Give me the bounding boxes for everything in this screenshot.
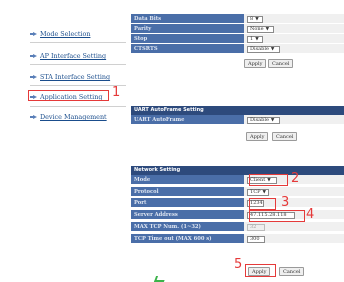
- highlight-box: [249, 174, 288, 186]
- tcp-timeout-input[interactable]: 300: [247, 235, 265, 243]
- highlight-box: [249, 210, 305, 222]
- chevron-down-icon: ▼: [270, 46, 275, 52]
- max-tcp-num-input[interactable]: 32: [247, 223, 265, 231]
- field-value-cell: Disable ▼: [244, 44, 344, 54]
- ctsrts-select[interactable]: Disable ▼: [247, 45, 280, 53]
- select-value: TCP: [250, 188, 261, 195]
- stop-bits-select[interactable]: 1 ▼: [247, 35, 263, 43]
- field-value-cell: 8 ▼: [244, 14, 344, 24]
- sidebar-item-label: AP Interface Setting: [40, 52, 107, 60]
- highlight-box: [249, 198, 276, 210]
- annotation-number: 3: [281, 195, 290, 210]
- field-value-cell: 32: [244, 222, 344, 232]
- field-value-cell: 1 ▼: [244, 34, 344, 44]
- section-header: UART AutoFrame Setting: [131, 106, 344, 115]
- section-header: Network Setting: [131, 166, 344, 175]
- field-label: Mode: [131, 175, 244, 185]
- table-row: Data Bits 8 ▼: [131, 14, 344, 24]
- field-label: Data Bits: [131, 14, 244, 24]
- chevron-down-icon: ▼: [265, 26, 270, 32]
- select-value: Disable: [250, 116, 269, 123]
- chevron-down-icon: ▼: [262, 189, 266, 195]
- field-value-cell: Disable ▼: [244, 115, 344, 125]
- uart-autoframe-select[interactable]: Disable ▼: [247, 116, 280, 124]
- highlight-box: [28, 90, 109, 101]
- serial-cancel-button[interactable]: Cancel: [268, 59, 294, 68]
- annotation-number: 1: [112, 85, 121, 100]
- field-label: CTSRTS: [131, 44, 244, 54]
- table-row: UART AutoFrame Disable ▼: [131, 115, 344, 125]
- table-row: Mode Client ▼: [131, 175, 344, 185]
- sidebar-item-sta-interface[interactable]: STA Interface Setting: [30, 73, 110, 81]
- chevron-down-icon: ▼: [255, 36, 259, 42]
- chevron-down-icon: ▼: [270, 117, 275, 123]
- field-label: MAX TCP Num. (1~32): [131, 222, 244, 232]
- field-label: Port: [131, 198, 244, 208]
- select-value: None: [250, 25, 264, 32]
- uart-apply-button[interactable]: Apply: [246, 132, 269, 141]
- sidebar-divider: [30, 42, 126, 43]
- input-value: 300: [250, 235, 260, 242]
- uart-cancel-button[interactable]: Cancel: [272, 132, 298, 141]
- sidebar-item-label: Mode Selection: [40, 30, 91, 38]
- annotation-number: 5: [234, 257, 243, 272]
- sidebar-item-label: STA Interface Setting: [40, 73, 111, 81]
- data-bits-select[interactable]: 8 ▼: [247, 15, 263, 23]
- sidebar-nav: Mode Selection AP Interface Setting STA …: [22, 12, 126, 124]
- arrow-right-icon: [30, 74, 37, 80]
- select-value: 1: [250, 35, 254, 42]
- field-label: UART AutoFrame: [131, 115, 244, 125]
- field-value-cell: None ▼: [244, 24, 344, 34]
- annotation-number: 2: [291, 171, 300, 186]
- table-row: Parity None ▼: [131, 24, 344, 34]
- field-label: Stop: [131, 34, 244, 44]
- arrow-right-icon: [30, 114, 37, 120]
- sidebar-divider: [30, 64, 126, 65]
- serial-apply-button[interactable]: Apply: [244, 59, 267, 68]
- table-row: Stop 1 ▼: [131, 34, 344, 44]
- sidebar-item-device-management[interactable]: Device Management: [30, 113, 107, 121]
- sidebar-item-label: Device Management: [40, 113, 107, 121]
- sidebar-item-ap-interface[interactable]: AP Interface Setting: [30, 52, 106, 60]
- checkmark-icon: [153, 276, 167, 282]
- sidebar-item-mode-selection[interactable]: Mode Selection: [30, 30, 90, 38]
- network-cancel-button[interactable]: Cancel: [279, 267, 305, 276]
- field-label: Protocol: [131, 187, 244, 197]
- parity-select[interactable]: None ▼: [247, 25, 274, 33]
- table-row: MAX TCP Num. (1~32) 32: [131, 222, 344, 232]
- table-row: Protocol TCP ▼: [131, 187, 344, 197]
- table-row: TCP Time out (MAX 600 s) 300: [131, 234, 344, 244]
- protocol-select[interactable]: TCP ▼: [247, 188, 269, 196]
- input-value: 32: [250, 223, 257, 230]
- field-label: Server Address: [131, 210, 244, 220]
- select-value: Disable: [250, 45, 269, 52]
- field-label: TCP Time out (MAX 600 s): [131, 234, 244, 244]
- arrow-right-icon: [30, 31, 37, 37]
- field-label: Parity: [131, 24, 244, 34]
- table-row: CTSRTS Disable ▼: [131, 44, 344, 54]
- field-value-cell: 300: [244, 234, 344, 244]
- annotation-number: 4: [306, 207, 315, 222]
- field-value-cell: TCP ▼: [244, 187, 344, 197]
- sidebar-divider: [30, 106, 126, 107]
- select-value: 8: [250, 15, 254, 22]
- arrow-right-icon: [30, 53, 37, 59]
- highlight-box: [245, 264, 276, 277]
- chevron-down-icon: ▼: [255, 16, 259, 22]
